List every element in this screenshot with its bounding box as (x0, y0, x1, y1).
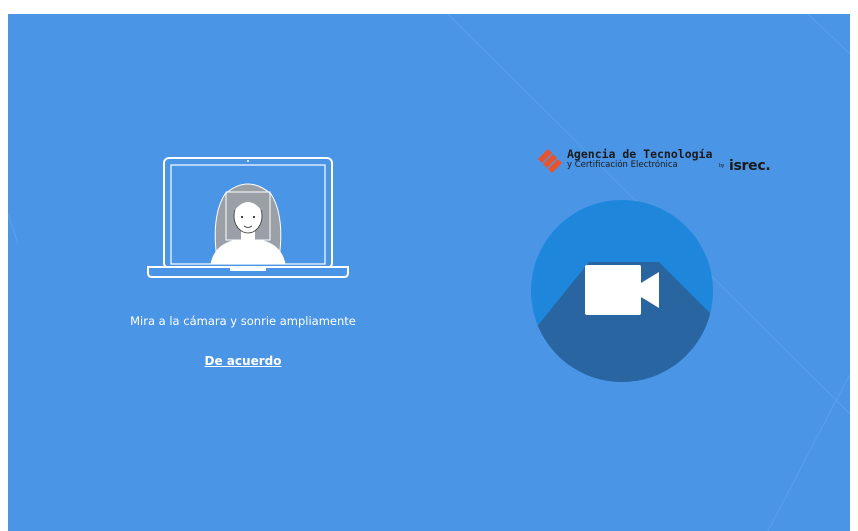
logo-brand: isrec. (729, 158, 771, 174)
start-camera-button[interactable] (531, 200, 713, 382)
agree-link[interactable]: De acuerdo (148, 354, 338, 368)
laptop-face-illustration (147, 157, 349, 278)
logo-by: by (719, 163, 725, 169)
logo-title: Agencia de Tecnología (567, 147, 713, 161)
agency-logo-icon (538, 149, 562, 173)
instruction-text: Mira a la cámara y sonrie ampliamente (130, 314, 356, 328)
verification-screen: Mira a la cámara y sonrie ampliamente De… (8, 14, 850, 531)
background-lines (8, 14, 850, 531)
logo-subtitle: y Certificación Electrónica (567, 160, 678, 170)
agency-logo: Agencia de Tecnología y Certificación El… (535, 146, 775, 182)
